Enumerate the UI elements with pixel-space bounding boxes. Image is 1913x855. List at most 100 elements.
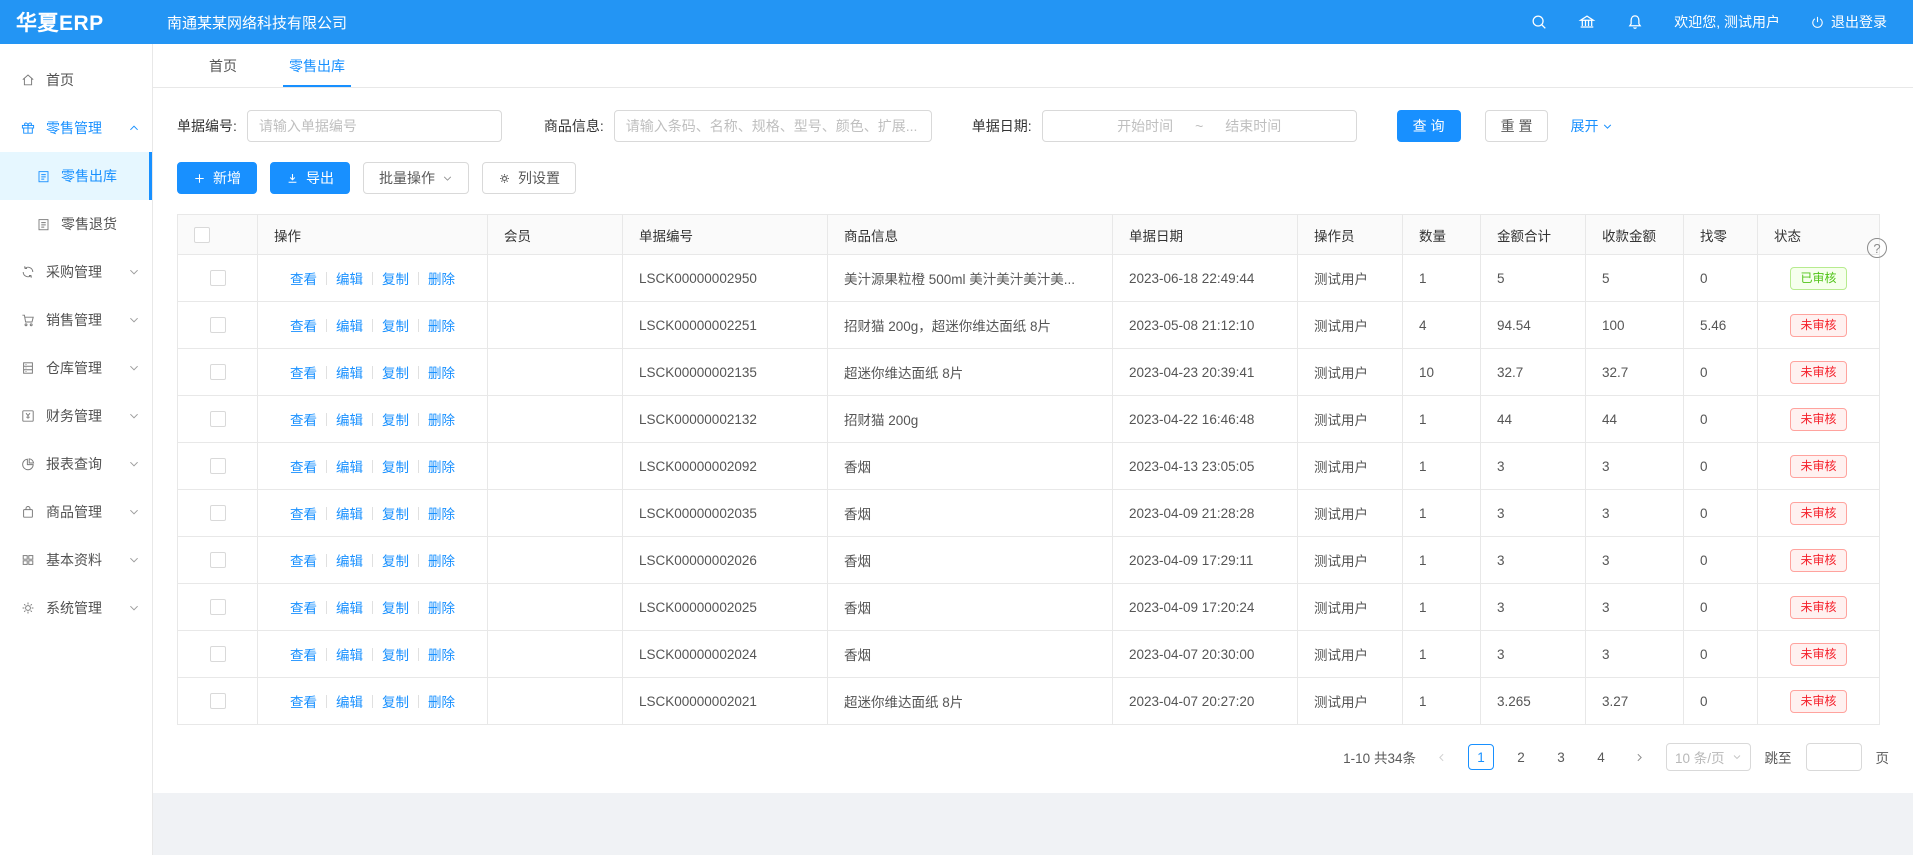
row-action-edit[interactable]: 编辑 (336, 550, 363, 570)
row-checkbox[interactable] (210, 270, 226, 286)
reset-button[interactable]: 重 置 (1485, 110, 1549, 142)
row-action-edit[interactable]: 编辑 (336, 691, 363, 711)
batch-operations-button[interactable]: 批量操作 (363, 162, 469, 194)
sidebar-item-sales[interactable]: 销售管理 (0, 296, 152, 344)
tab-home[interactable]: 首页 (197, 44, 249, 87)
row-action-delete[interactable]: 删除 (428, 268, 455, 288)
date-end-placeholder: 结束时间 (1225, 116, 1281, 136)
jump-page-input[interactable] (1806, 743, 1862, 771)
product-info-input[interactable] (614, 110, 932, 142)
row-action-delete[interactable]: 删除 (428, 503, 455, 523)
logout-button[interactable]: 退出登录 (1810, 12, 1887, 32)
row-action-edit[interactable]: 编辑 (336, 597, 363, 617)
bill-no-input[interactable] (247, 110, 502, 142)
cell-operator: 测试用户 (1298, 631, 1403, 678)
row-checkbox[interactable] (210, 599, 226, 615)
row-action-copy[interactable]: 复制 (382, 268, 409, 288)
cell-operator: 测试用户 (1298, 678, 1403, 725)
cell-member (488, 631, 623, 678)
help-icon[interactable]: ? (1867, 238, 1887, 258)
row-checkbox[interactable] (210, 552, 226, 568)
sidebar-item-retail[interactable]: 零售管理 (0, 104, 152, 152)
date-range-input[interactable]: 开始时间 ~ 结束时间 (1042, 110, 1357, 142)
row-action-view[interactable]: 查看 (290, 550, 317, 570)
row-action-delete[interactable]: 删除 (428, 691, 455, 711)
row-action-delete[interactable]: 删除 (428, 409, 455, 429)
page-button-4[interactable]: 4 (1588, 744, 1614, 770)
row-checkbox[interactable] (210, 411, 226, 427)
row-action-delete[interactable]: 删除 (428, 315, 455, 335)
page-size-select[interactable]: 10 条/页 (1666, 743, 1751, 771)
row-action-view[interactable]: 查看 (290, 597, 317, 617)
sidebar-item-reports[interactable]: 报表查询 (0, 440, 152, 488)
sidebar-item-system[interactable]: 系统管理 (0, 584, 152, 632)
search-button[interactable]: 查 询 (1397, 110, 1461, 142)
column-settings-button[interactable]: 列设置 (482, 162, 576, 194)
cell-received: 5 (1586, 255, 1684, 302)
row-action-delete[interactable]: 删除 (428, 550, 455, 570)
row-action-copy[interactable]: 复制 (382, 550, 409, 570)
sidebar-item-products[interactable]: 商品管理 (0, 488, 152, 536)
chevron-down-icon (128, 410, 140, 422)
row-checkbox[interactable] (210, 458, 226, 474)
tab-retail-outbound[interactable]: 零售出库 (277, 44, 357, 87)
row-action-view[interactable]: 查看 (290, 644, 317, 664)
sidebar-item-label: 系统管理 (46, 598, 128, 618)
row-action-edit[interactable]: 编辑 (336, 315, 363, 335)
row-action-delete[interactable]: 删除 (428, 597, 455, 617)
row-action-view[interactable]: 查看 (290, 268, 317, 288)
row-checkbox[interactable] (210, 646, 226, 662)
row-action-edit[interactable]: 编辑 (336, 456, 363, 476)
row-action-copy[interactable]: 复制 (382, 409, 409, 429)
row-action-copy[interactable]: 复制 (382, 597, 409, 617)
sidebar-item-home[interactable]: 首页 (0, 56, 152, 104)
row-action-copy[interactable]: 复制 (382, 503, 409, 523)
row-action-edit[interactable]: 编辑 (336, 644, 363, 664)
row-action-edit[interactable]: 编辑 (336, 268, 363, 288)
row-action-copy[interactable]: 复制 (382, 315, 409, 335)
row-checkbox[interactable] (210, 364, 226, 380)
row-action-copy[interactable]: 复制 (382, 362, 409, 382)
row-action-delete[interactable]: 删除 (428, 362, 455, 382)
row-action-view[interactable]: 查看 (290, 315, 317, 335)
row-action-delete[interactable]: 删除 (428, 644, 455, 664)
row-action-view[interactable]: 查看 (290, 691, 317, 711)
row-checkbox[interactable] (210, 505, 226, 521)
row-action-copy[interactable]: 复制 (382, 691, 409, 711)
sidebar-item-basic-data[interactable]: 基本资料 (0, 536, 152, 584)
cell-total: 5 (1481, 255, 1586, 302)
cell-product: 美汁源果粒橙 500ml 美汁美汁美汁美... (828, 255, 1113, 302)
sidebar-item-retail-return[interactable]: 零售退货 (0, 200, 152, 248)
row-action-copy[interactable]: 复制 (382, 456, 409, 476)
row-checkbox[interactable] (210, 317, 226, 333)
row-action-delete[interactable]: 删除 (428, 456, 455, 476)
page-button-2[interactable]: 2 (1508, 744, 1534, 770)
sidebar-item-retail-outbound[interactable]: 零售出库 (0, 152, 152, 200)
prev-page-button[interactable] (1430, 745, 1454, 769)
row-action-view[interactable]: 查看 (290, 362, 317, 382)
row-action-copy[interactable]: 复制 (382, 644, 409, 664)
next-page-button[interactable] (1628, 745, 1652, 769)
expand-link[interactable]: 展开 (1570, 116, 1613, 136)
add-button[interactable]: 新增 (177, 162, 257, 194)
chevron-down-icon (128, 554, 140, 566)
row-action-edit[interactable]: 编辑 (336, 409, 363, 429)
search-icon[interactable] (1530, 13, 1548, 31)
row-action-view[interactable]: 查看 (290, 409, 317, 429)
page-button-3[interactable]: 3 (1548, 744, 1574, 770)
sidebar-item-finance[interactable]: 财务管理 (0, 392, 152, 440)
sidebar-item-purchase[interactable]: 采购管理 (0, 248, 152, 296)
row-action-edit[interactable]: 编辑 (336, 362, 363, 382)
bell-icon[interactable] (1626, 13, 1644, 31)
cell-change: 0 (1684, 631, 1758, 678)
cell-total: 3 (1481, 443, 1586, 490)
bank-icon[interactable] (1578, 13, 1596, 31)
page-button-1[interactable]: 1 (1468, 744, 1494, 770)
row-checkbox[interactable] (210, 693, 226, 709)
row-action-edit[interactable]: 编辑 (336, 503, 363, 523)
export-button[interactable]: 导出 (270, 162, 350, 194)
sidebar-item-warehouse[interactable]: 仓库管理 (0, 344, 152, 392)
select-all-checkbox[interactable] (194, 227, 210, 243)
row-action-view[interactable]: 查看 (290, 456, 317, 476)
row-action-view[interactable]: 查看 (290, 503, 317, 523)
